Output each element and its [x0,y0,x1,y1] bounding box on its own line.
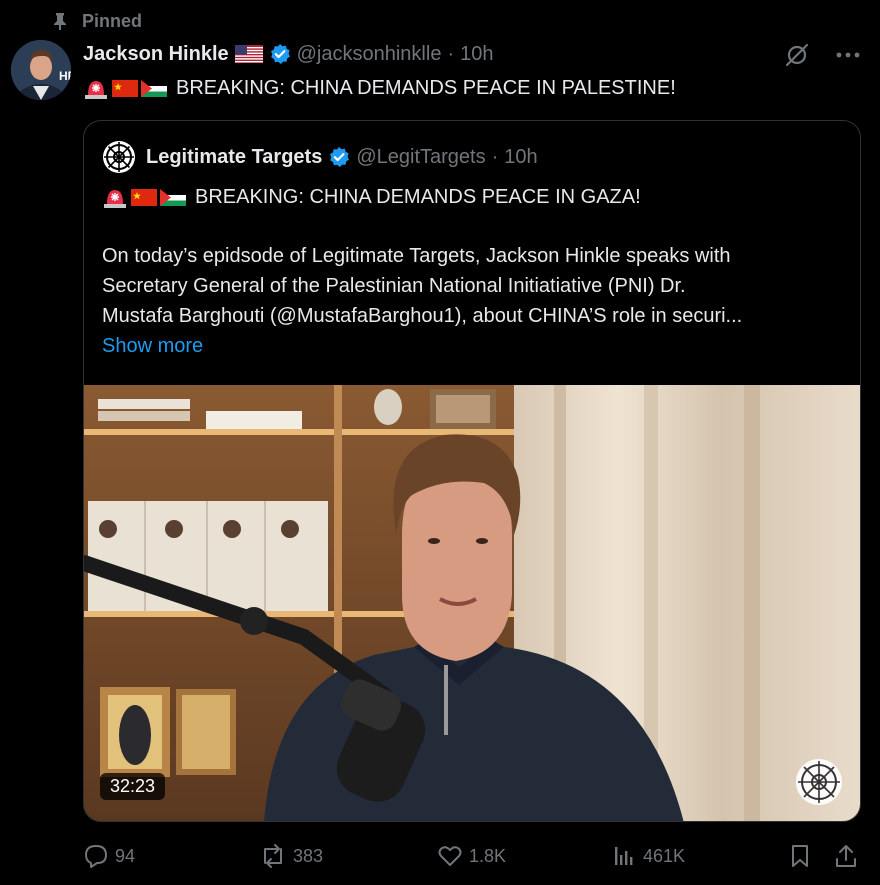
tweet-body: BREAKING: CHINA DEMANDS PEACE IN PALESTI… [176,76,676,99]
like-count: 1.8K [469,845,507,866]
tweet-time[interactable]: 10h [460,43,493,66]
quoted-body-line: On today’s epidsode of Legitimate Target… [102,245,731,267]
bookmark-button[interactable] [789,838,811,874]
quoted-headline: BREAKING: CHINA DEMANDS PEACE IN GAZA! [102,183,641,211]
quoted-tweet[interactable]: Legitimate Targets @LegitTargets · 10h B… [83,120,861,822]
verified-badge-icon [330,147,350,167]
time-separator: · [491,145,499,168]
repost-button[interactable]: 383 [259,838,323,874]
quoted-author-handle[interactable]: @LegitTargets [356,146,485,169]
china-flag-icon [131,189,157,206]
repost-icon [264,844,282,868]
pinned-indicator: Pinned [52,8,142,34]
video-thumbnail[interactable]: 32:23 [84,385,860,821]
share-button[interactable] [833,838,859,874]
pin-icon [54,13,66,30]
video-duration: 32:23 [100,773,166,800]
quoted-tweet-header: Legitimate Targets @LegitTargets · 10h [102,141,538,173]
author-avatar[interactable]: HP [11,40,71,100]
reply-button[interactable]: 94 [83,838,135,874]
palestine-flag-icon [160,189,186,206]
tweet-top-actions [784,42,860,68]
palestine-flag-icon [141,80,167,97]
reply-icon [85,845,107,868]
show-more-link[interactable]: Show more [102,331,203,361]
svg-text:HP: HP [59,69,71,83]
time-separator: · [447,42,455,65]
repost-count: 383 [293,845,324,866]
quoted-tweet-body: On today’s epidsode of Legitimate Target… [102,241,847,331]
china-flag-icon [112,80,138,97]
video-frame [84,385,860,821]
share-icon [836,845,856,867]
view-count: 461K [643,845,686,866]
quoted-body-line: Secretary General of the Palestinian Nat… [102,275,686,297]
author-handle[interactable]: @jacksonhinklle [297,43,442,66]
us-flag-icon [234,45,263,63]
like-button[interactable]: 1.8K [437,838,506,874]
reply-count: 94 [115,845,136,866]
rotating-light-emoji-icon [85,81,107,99]
tweet-header: Jackson Hinkle @jacksonhinklle · 10h [83,38,494,70]
watermark-logo-icon [796,759,842,805]
quoted-author-name[interactable]: Legitimate Targets [146,146,322,169]
author-name[interactable]: Jackson Hinkle [83,43,229,66]
heart-icon [438,846,462,866]
grok-icon[interactable] [784,42,810,68]
views-icon [615,847,633,865]
rotating-light-emoji-icon [104,190,126,208]
legitimate-targets-logo-icon[interactable] [102,140,136,174]
pinned-label: Pinned [82,10,143,31]
tweet-actions-bar: 94 383 1.8K 461K [83,838,863,874]
tweet-text: BREAKING: CHINA DEMANDS PEACE IN PALESTI… [83,74,676,102]
quoted-body-line: Mustafa Barghouti (@MustafaBarghou1), ab… [102,305,743,327]
bookmark-icon [792,845,808,867]
verified-badge-icon [270,44,290,64]
quoted-headline-text: BREAKING: CHINA DEMANDS PEACE IN GAZA! [195,185,641,208]
quoted-tweet-time: 10h [504,145,538,168]
more-options-icon[interactable] [836,51,860,59]
views-button[interactable]: 461K [611,838,685,874]
